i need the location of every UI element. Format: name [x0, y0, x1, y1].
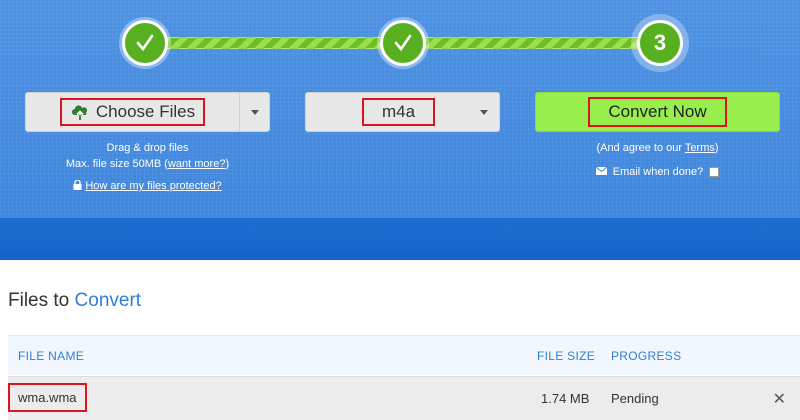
- files-title-accent: Convert: [74, 290, 142, 311]
- email-row: Email when done?: [535, 164, 780, 180]
- header-file-name: FILE NAME: [18, 349, 85, 363]
- file-size-cell: 1.74 MB: [541, 391, 590, 406]
- max-size-line: Max. file size 50MB (want more?): [65, 158, 230, 170]
- step-number: 3: [653, 30, 667, 55]
- convert-now-button[interactable]: Convert Now: [535, 92, 780, 132]
- cloud-upload-icon: [71, 105, 87, 120]
- header-progress: PROGRESS: [611, 349, 682, 363]
- files-section-title: Files to Convert: [8, 290, 141, 312]
- hero-bottom-band: [0, 218, 800, 260]
- email-label: Email when done?: [612, 166, 704, 178]
- table-row: wma.wma 1.74 MB Pending ✕: [8, 376, 800, 420]
- convert-now-highlight: Convert Now: [588, 97, 727, 127]
- choose-files-dropdown[interactable]: [239, 93, 269, 131]
- terms-link[interactable]: Terms: [685, 142, 715, 154]
- format-select-highlight: m4a: [361, 98, 436, 126]
- chevron-down-icon: [480, 109, 488, 115]
- choose-files-control: Choose Files: [25, 92, 270, 132]
- files-table-header: FILE NAME FILE SIZE PROGRESS: [8, 335, 800, 375]
- step-2-complete: [380, 20, 426, 66]
- format-select-value: m4a: [381, 102, 416, 121]
- choose-files-label: Choose Files: [95, 102, 196, 121]
- terms-line: (And agree to our Terms): [535, 140, 780, 156]
- convert-now-label: Convert Now: [608, 102, 707, 121]
- lock-icon: [73, 179, 82, 195]
- envelope-icon: [595, 164, 608, 180]
- files-title-plain: Files to: [8, 290, 70, 311]
- step-3-current: 3: [637, 20, 683, 66]
- header-file-size: FILE SIZE: [537, 349, 596, 363]
- close-icon[interactable]: ✕: [773, 389, 786, 409]
- check-icon: [136, 34, 154, 52]
- protected-line: How are my files protected?: [25, 178, 270, 195]
- format-select-dropdown[interactable]: [469, 93, 499, 131]
- format-select[interactable]: m4a: [305, 92, 500, 132]
- check-icon: [394, 34, 412, 52]
- upload-info: Drag & drop files Max. file size 50MB (w…: [25, 140, 270, 195]
- terms-prefix: (And agree to our: [596, 142, 683, 154]
- chevron-down-icon: [250, 109, 259, 115]
- format-select-value-area[interactable]: m4a: [306, 93, 469, 131]
- terms-suffix: ): [714, 142, 719, 154]
- terms-info: (And agree to our Terms) Email when done…: [535, 140, 780, 180]
- email-checkbox[interactable]: [709, 167, 720, 177]
- want-more-link[interactable]: want more?: [168, 158, 225, 170]
- drag-drop-text: Drag & drop files: [106, 142, 189, 154]
- choose-files-highlight: Choose Files: [59, 98, 206, 126]
- step-1-complete: [122, 20, 168, 66]
- file-name-cell: wma.wma: [8, 383, 87, 412]
- choose-files-button[interactable]: Choose Files: [26, 93, 239, 131]
- max-size-text: Max. file size 50MB: [65, 158, 162, 170]
- progress-cell: Pending: [611, 391, 659, 406]
- files-protected-link[interactable]: How are my files protected?: [85, 180, 221, 192]
